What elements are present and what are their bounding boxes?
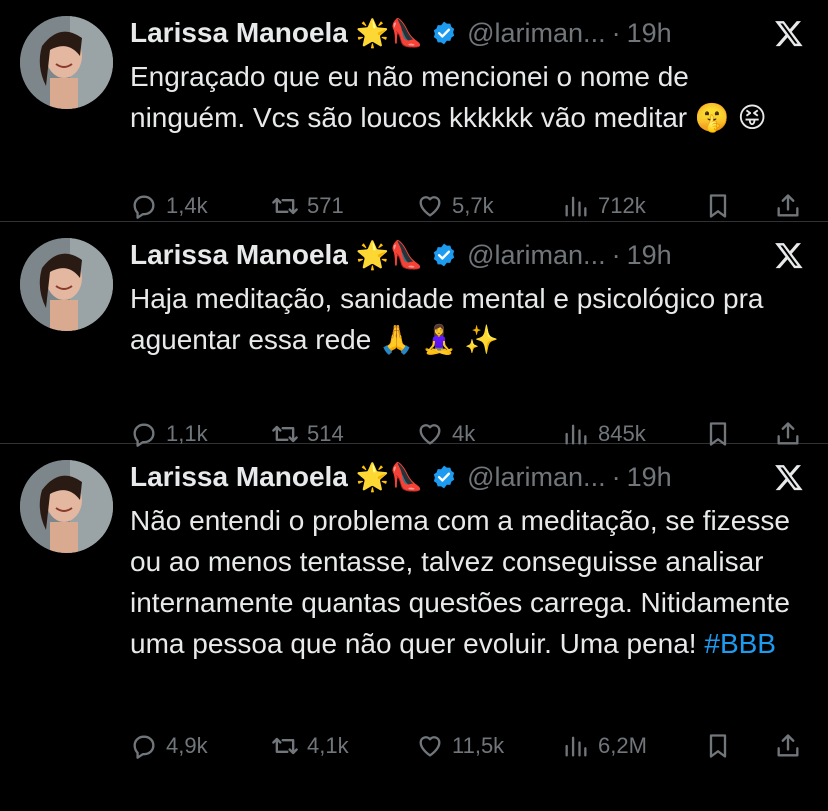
share-icon bbox=[777, 194, 799, 217]
share-icon bbox=[777, 734, 799, 757]
bookmark-icon bbox=[709, 194, 727, 218]
heart-icon bbox=[419, 736, 441, 757]
retweet-button[interactable]: 4,1k bbox=[271, 726, 349, 766]
tweet-text: Engraçado que eu não mencionei o nome de… bbox=[130, 61, 767, 133]
tweet-header: Larissa Manoela 🌟👠 @lariman... · 19h bbox=[130, 236, 804, 274]
retweet-icon bbox=[272, 737, 298, 755]
verified-badge-icon bbox=[433, 465, 455, 489]
retweet-count: 4,1k bbox=[307, 733, 349, 758]
views-button[interactable]: 712k bbox=[562, 186, 646, 226]
reply-icon bbox=[133, 735, 155, 759]
action-bar: 1,4k 571 5,7k 712k bbox=[130, 186, 806, 226]
views-count: 6,2M bbox=[598, 733, 647, 758]
tweet-header: Larissa Manoela 🌟👠 @lariman... · 19h bbox=[130, 458, 804, 496]
tweet-3[interactable]: Larissa Manoela 🌟👠 @lariman... · 19h Não… bbox=[0, 444, 828, 811]
author-handle[interactable]: @lariman... bbox=[467, 462, 605, 493]
author-emojis: 🌟👠 bbox=[355, 461, 424, 493]
timestamp[interactable]: 19h bbox=[627, 462, 672, 493]
action-bar: 4,9k 4,1k 11,5k 6,2M bbox=[130, 726, 806, 766]
reply-count: 1,4k bbox=[166, 193, 208, 218]
timestamp[interactable]: 19h bbox=[627, 18, 672, 49]
separator: · bbox=[611, 239, 621, 270]
avatar[interactable] bbox=[20, 238, 113, 331]
verified-badge-icon bbox=[433, 243, 455, 267]
author-name[interactable]: Larissa Manoela bbox=[130, 239, 348, 271]
tweet-2[interactable]: Larissa Manoela 🌟👠 @lariman... · 19h Haj… bbox=[0, 222, 828, 447]
tweet-text: Haja meditação, sanidade mental e psicol… bbox=[130, 283, 764, 355]
share-button[interactable] bbox=[774, 726, 810, 766]
views-icon bbox=[565, 736, 587, 757]
bookmark-button[interactable] bbox=[704, 726, 740, 766]
views-button[interactable]: 6,2M bbox=[562, 726, 647, 766]
retweet-count: 571 bbox=[307, 193, 344, 218]
author-handle[interactable]: @lariman... bbox=[467, 18, 605, 49]
reply-button[interactable]: 4,9k bbox=[130, 726, 208, 766]
bookmark-button[interactable] bbox=[704, 186, 740, 226]
retweet-button[interactable]: 571 bbox=[271, 186, 344, 226]
reply-count: 4,9k bbox=[166, 733, 208, 758]
tweet-header: Larissa Manoela 🌟👠 @lariman... · 19h bbox=[130, 14, 804, 52]
timestamp[interactable]: 19h bbox=[627, 240, 672, 271]
avatar[interactable] bbox=[20, 460, 113, 553]
tweet-1[interactable]: Larissa Manoela 🌟👠 @lariman... · 19h Eng… bbox=[0, 0, 828, 222]
hashtag-link[interactable]: #BBB bbox=[704, 628, 776, 659]
author-handle[interactable]: @lariman... bbox=[467, 240, 605, 271]
bookmark-icon bbox=[709, 734, 727, 758]
share-button[interactable] bbox=[774, 186, 810, 226]
retweet-icon bbox=[272, 197, 298, 215]
separator: · bbox=[611, 461, 621, 492]
verified-badge-icon bbox=[433, 21, 455, 45]
reply-button[interactable]: 1,4k bbox=[130, 186, 208, 226]
author-name[interactable]: Larissa Manoela bbox=[130, 461, 348, 493]
views-count: 712k bbox=[598, 193, 646, 218]
x-logo-icon bbox=[775, 243, 803, 269]
author-emojis: 🌟👠 bbox=[355, 239, 424, 271]
author-name[interactable]: Larissa Manoela bbox=[130, 17, 348, 49]
x-logo-icon bbox=[775, 465, 803, 491]
tweet-text-content: Não entendi o problema com a meditação, … bbox=[130, 505, 790, 659]
author-emojis: 🌟👠 bbox=[355, 17, 424, 49]
like-button[interactable]: 11,5k bbox=[416, 726, 504, 766]
like-count: 11,5k bbox=[452, 733, 505, 758]
heart-icon bbox=[419, 196, 441, 217]
x-logo-icon bbox=[775, 21, 803, 47]
like-button[interactable]: 5,7k bbox=[416, 186, 494, 226]
tweet-text: Não entendi o problema com a meditação, … bbox=[130, 500, 806, 664]
separator: · bbox=[611, 17, 621, 48]
like-count: 5,7k bbox=[452, 193, 494, 218]
views-icon bbox=[565, 196, 587, 217]
reply-icon bbox=[133, 195, 155, 219]
avatar[interactable] bbox=[20, 16, 113, 109]
